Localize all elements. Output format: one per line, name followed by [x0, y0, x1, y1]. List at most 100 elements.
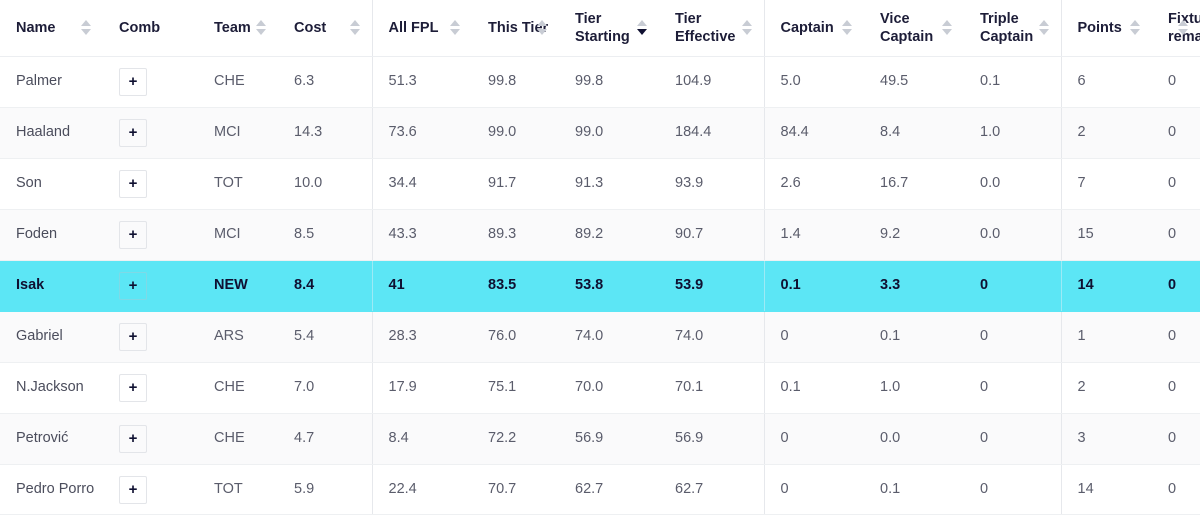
column-header-name[interactable]: Name [0, 0, 103, 57]
add-to-combination-button[interactable]: + [119, 169, 147, 198]
sort-descending-icon [81, 29, 91, 36]
add-to-combination-button[interactable]: + [119, 322, 147, 351]
add-to-combination-button[interactable]: + [119, 373, 147, 402]
sort-toggle-icon[interactable] [448, 17, 462, 39]
column-header-vice-captain[interactable]: Vice Captain [864, 0, 964, 57]
cell-points: 2 [1061, 362, 1152, 414]
column-header-team[interactable]: Team [198, 0, 278, 57]
cell-vice-captain: 0.1 [864, 311, 964, 363]
cell-captain: 2.6 [764, 158, 864, 210]
cell-name: Palmer [0, 56, 103, 108]
cell-all-fpl: 41 [372, 260, 472, 312]
add-to-combination-button[interactable]: + [119, 271, 147, 300]
sort-descending-icon [637, 29, 647, 36]
table-row[interactable]: Foden + MCI 8.5 43.3 89.3 89.2 90.7 1.4 9.2 0.0 15 0 [0, 209, 1200, 261]
cell-captain: 0 [764, 311, 864, 363]
cell-fixtures-remaining: 0 [1152, 209, 1200, 261]
sort-descending-icon [942, 29, 952, 36]
sort-descending-icon [1178, 29, 1188, 36]
cell-this-tier: 70.7 [472, 464, 559, 515]
table-row[interactable]: Son + TOT 10.0 34.4 91.7 91.3 93.9 2.6 16.7 0.0 7 0 [0, 158, 1200, 210]
column-header-label: Team [214, 19, 251, 36]
sort-toggle-icon[interactable] [635, 17, 649, 39]
cell-captain: 0 [764, 413, 864, 465]
sort-toggle-icon[interactable] [348, 17, 362, 39]
table-row[interactable]: Gabriel + ARS 5.4 28.3 76.0 74.0 74.0 0 0.1 0 1 0 [0, 311, 1200, 363]
sort-toggle-icon[interactable] [1176, 17, 1190, 39]
cell-name: Son [0, 158, 103, 210]
column-header-tier-starting[interactable]: Tier Starting [559, 0, 659, 57]
sort-toggle-icon[interactable] [254, 17, 268, 39]
cell-tier-starting: 99.8 [559, 56, 659, 108]
cell-triple-captain: 0.1 [964, 56, 1062, 108]
cell-tier-effective: 184.4 [659, 107, 765, 159]
cell-this-tier: 75.1 [472, 362, 559, 414]
column-header-fixtures-remaining[interactable]: Fixtures remaining [1152, 0, 1200, 57]
sort-toggle-icon[interactable] [840, 17, 854, 39]
cell-captain: 0 [764, 464, 864, 515]
cell-tier-effective: 56.9 [659, 413, 765, 465]
cell-name: Haaland [0, 107, 103, 159]
table-row[interactable]: Palmer + CHE 6.3 51.3 99.8 99.8 104.9 5.0 49.5 0.1… [0, 56, 1200, 108]
cell-fixtures-remaining: 0 [1152, 107, 1200, 159]
cell-tier-starting: 74.0 [559, 311, 659, 363]
add-to-combination-button[interactable]: + [119, 67, 147, 96]
cell-this-tier: 83.5 [472, 260, 559, 312]
header-row: Name Comb Team Cost All FPL This Tier Tier Sta… [0, 0, 1200, 57]
cell-comb: + [103, 311, 198, 363]
table-row[interactable]: Pedro Porro + TOT 5.9 22.4 70.7 62.7 62.7 0 0.1 0 1… [0, 464, 1200, 515]
cell-name: Pedro Porro [0, 464, 103, 515]
cell-comb: + [103, 107, 198, 159]
column-header-captain[interactable]: Captain [764, 0, 864, 57]
cell-triple-captain: 0.0 [964, 209, 1062, 261]
player-stats-table-container: Name Comb Team Cost All FPL This Tier Tier Sta… [0, 0, 1200, 515]
cell-comb: + [103, 362, 198, 414]
cell-tier-effective: 62.7 [659, 464, 765, 515]
table-row[interactable]: Petrović + CHE 4.7 8.4 72.2 56.9 56.9 0 0.0 0 3 0 [0, 413, 1200, 465]
cell-comb: + [103, 260, 198, 312]
cell-captain: 84.4 [764, 107, 864, 159]
column-header-triple-captain[interactable]: Triple Captain [964, 0, 1062, 57]
cell-triple-captain: 0 [964, 311, 1062, 363]
cell-tier-effective: 104.9 [659, 56, 765, 108]
cell-cost: 6.3 [278, 56, 373, 108]
cell-comb: + [103, 413, 198, 465]
cell-tier-effective: 93.9 [659, 158, 765, 210]
column-header-tier-effective[interactable]: Tier Effective [659, 0, 765, 57]
sort-toggle-icon[interactable] [79, 17, 93, 39]
add-to-combination-button[interactable]: + [119, 220, 147, 249]
add-to-combination-button[interactable]: + [119, 475, 147, 504]
column-header-label: Comb [119, 19, 161, 36]
cell-this-tier: 99.0 [472, 107, 559, 159]
cell-tier-effective: 53.9 [659, 260, 765, 312]
cell-points: 15 [1061, 209, 1152, 261]
cell-fixtures-remaining: 0 [1152, 362, 1200, 414]
sort-ascending-icon [942, 20, 952, 27]
table-row[interactable]: N.Jackson + CHE 7.0 17.9 75.1 70.0 70.1 0.1 1.0 0 2… [0, 362, 1200, 414]
cell-comb: + [103, 209, 198, 261]
add-to-combination-button[interactable]: + [119, 118, 147, 147]
cell-team: TOT [198, 158, 278, 210]
cell-vice-captain: 16.7 [864, 158, 964, 210]
cell-cost: 8.5 [278, 209, 373, 261]
column-header-points[interactable]: Points [1061, 0, 1152, 57]
sort-toggle-icon[interactable] [740, 17, 754, 39]
column-header-cost[interactable]: Cost [278, 0, 373, 57]
table-row[interactable]: Isak + NEW 8.4 41 83.5 53.8 53.9 0.1 3.3 0 14 0 [0, 260, 1200, 312]
sort-ascending-icon [1038, 20, 1049, 27]
column-header-label: Vice Captain [880, 10, 934, 45]
column-header-label: Captain [780, 19, 834, 36]
sort-toggle-icon[interactable] [1037, 17, 1051, 39]
sort-toggle-icon[interactable] [535, 17, 549, 39]
table-row[interactable]: Haaland + MCI 14.3 73.6 99.0 99.0 184.4 84.4 8.4 1… [0, 107, 1200, 159]
column-header-all-fpl[interactable]: All FPL [372, 0, 472, 57]
add-to-combination-button[interactable]: + [119, 424, 147, 453]
sort-descending-icon [1130, 29, 1140, 36]
column-header-this-tier[interactable]: This Tier [472, 0, 559, 57]
cell-name: Foden [0, 209, 103, 261]
sort-toggle-icon[interactable] [940, 17, 954, 39]
column-header-comb[interactable]: Comb [103, 0, 198, 57]
cell-fixtures-remaining: 0 [1152, 413, 1200, 465]
cell-this-tier: 99.8 [472, 56, 559, 108]
sort-toggle-icon[interactable] [1128, 17, 1142, 39]
